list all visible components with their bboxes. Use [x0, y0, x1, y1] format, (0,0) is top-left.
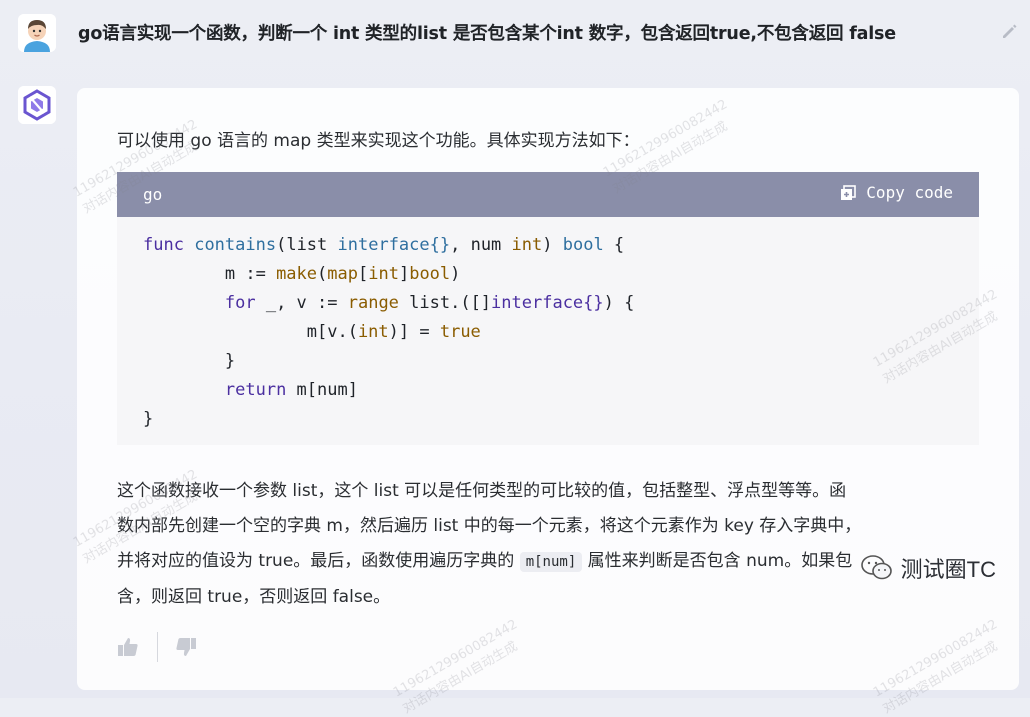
response-intro: 可以使用 go 语言的 map 类型来实现这个功能。具体实现方法如下： — [117, 131, 640, 151]
code-language-label: go — [143, 185, 163, 204]
copy-code-button[interactable]: Copy code — [840, 183, 953, 202]
code-line: return m[num] — [224, 380, 358, 400]
assistant-response-card: 可以使用 go 语言的 map 类型来实现这个功能。具体实现方法如下： go C… — [77, 88, 1019, 690]
code-block-body: func contains(list interface{}, num int)… — [117, 217, 979, 445]
assistant-logo-icon — [18, 86, 56, 124]
thumbs-down-icon[interactable] — [175, 636, 197, 658]
code-line: m := make(map[int]bool) — [143, 264, 461, 284]
copy-icon — [840, 184, 857, 201]
feedback-bar — [117, 632, 237, 662]
wechat-icon — [860, 554, 893, 582]
code-block-header: go Copy code — [117, 172, 979, 217]
brand-text: 测试圈TC — [900, 557, 996, 582]
user-avatar-icon — [18, 14, 56, 52]
response-explanation: 这个函数接收一个参数 list，这个 list 可以是任何类型的可比较的值，包括… — [117, 474, 977, 615]
brand-watermark: 测试圈TC — [860, 552, 996, 584]
paragraph-line: 并将对应的值设为 true。最后，函数使用遍历字典的 m[num] 属性来判断是… — [117, 551, 853, 572]
code-line: } — [143, 409, 154, 429]
edit-pencil-icon[interactable] — [1000, 22, 1018, 40]
feedback-divider — [157, 632, 158, 662]
paragraph-line: 数内部先创建一个空的字典 m，然后遍历 list 中的每一个元素，将这个元素作为… — [117, 516, 862, 536]
user-message-row: go语言实现一个函数，判断一个 int 类型的list 是否包含某个int 数字… — [18, 14, 1018, 54]
inline-code: m[num] — [519, 552, 583, 572]
user-question-text: go语言实现一个函数，判断一个 int 类型的list 是否包含某个int 数字… — [78, 24, 896, 44]
code-line: func contains(list interface{}, num int)… — [143, 235, 625, 255]
paragraph-line: 这个函数接收一个参数 list，这个 list 可以是任何类型的可比较的值，包括… — [117, 481, 847, 501]
copy-code-label: Copy code — [866, 183, 953, 202]
code-line: for _, v := range list.([]interface{}) { — [224, 293, 635, 313]
code-line: m[v.(int)] = true — [143, 322, 481, 342]
paragraph-line: 含，则返回 true，否则返回 false。 — [117, 587, 391, 607]
code-line: } — [143, 351, 236, 371]
thumbs-up-icon[interactable] — [117, 636, 139, 658]
